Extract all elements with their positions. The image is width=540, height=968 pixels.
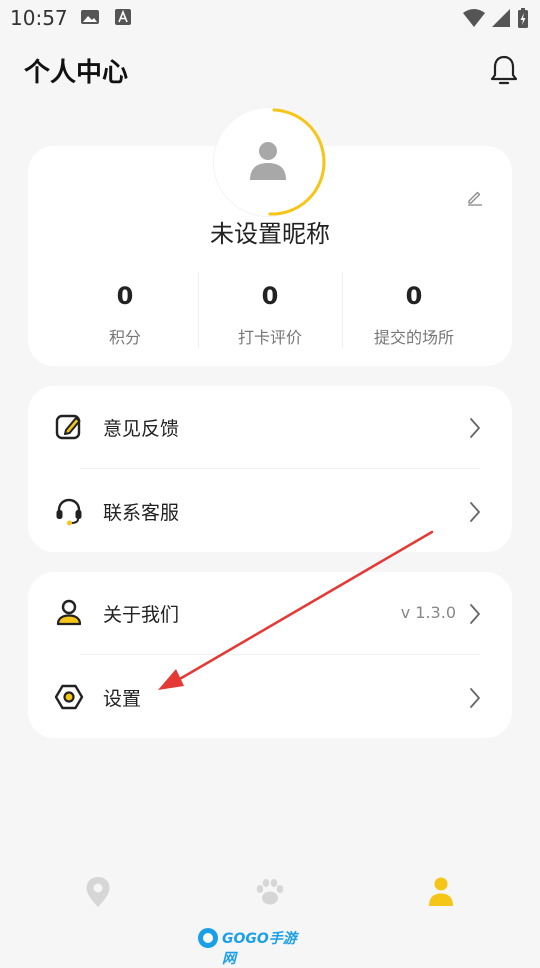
menu-item-settings[interactable]: 设置 [28, 666, 512, 730]
headset-icon [56, 498, 82, 526]
user-icon [56, 599, 82, 626]
menu-item-about-us[interactable]: 关于我们 v 1.3.0 [28, 582, 512, 646]
stat-checkin-reviews[interactable]: 0 打卡评价 [198, 276, 342, 358]
stat-label: 打卡评价 [237, 328, 302, 347]
row-divider [80, 468, 480, 469]
menu-label: 设置 [103, 688, 142, 710]
edit-pencil-icon[interactable] [466, 188, 484, 206]
paw-icon[interactable] [252, 874, 288, 910]
stat-points[interactable]: 0 积分 [53, 276, 197, 358]
stat-label: 提交的场所 [373, 328, 454, 347]
chevron-right-icon [470, 688, 480, 708]
row-divider [80, 654, 480, 655]
menu-label: 意见反馈 [103, 418, 180, 440]
app-version: v 1.3.0 [400, 603, 456, 622]
wifi-icon [463, 9, 485, 27]
watermark-logo: GOGO手游网 [196, 924, 306, 967]
default-avatar-icon [250, 142, 286, 180]
menu-label: 关于我们 [103, 604, 180, 626]
profile-icon[interactable] [423, 874, 459, 910]
stat-submitted-places[interactable]: 0 提交的场所 [342, 276, 486, 358]
stat-value: 0 [116, 282, 134, 310]
chevron-right-icon [470, 418, 480, 438]
menu-item-contact-support[interactable]: 联系客服 [28, 480, 512, 544]
page-title: 个人中心 [24, 58, 129, 88]
stat-value: 0 [261, 282, 279, 310]
status-bar: 10:57 [0, 0, 540, 36]
avatar[interactable] [214, 108, 326, 220]
bell-icon[interactable] [488, 54, 520, 88]
menu-label: 联系客服 [103, 502, 180, 524]
font-notification-icon [115, 9, 131, 25]
stat-label: 积分 [108, 328, 141, 347]
signal-icon [492, 9, 510, 27]
battery-icon [518, 8, 528, 28]
chevron-right-icon [470, 502, 480, 522]
feedback-edit-icon [55, 414, 81, 440]
settings-icon [54, 684, 84, 710]
page-header: 个人中心 [0, 40, 540, 104]
map-pin-icon[interactable] [80, 874, 116, 910]
stat-value: 0 [405, 282, 423, 310]
status-time: 10:57 [10, 6, 68, 30]
menu-item-feedback[interactable]: 意见反馈 [28, 396, 512, 460]
nickname[interactable]: 未设置昵称 [0, 214, 540, 249]
watermark-logo-icon [198, 928, 218, 948]
image-notification-icon [81, 10, 99, 24]
watermark-text: GOGO手游网 [222, 931, 297, 967]
chevron-right-icon [470, 604, 480, 624]
